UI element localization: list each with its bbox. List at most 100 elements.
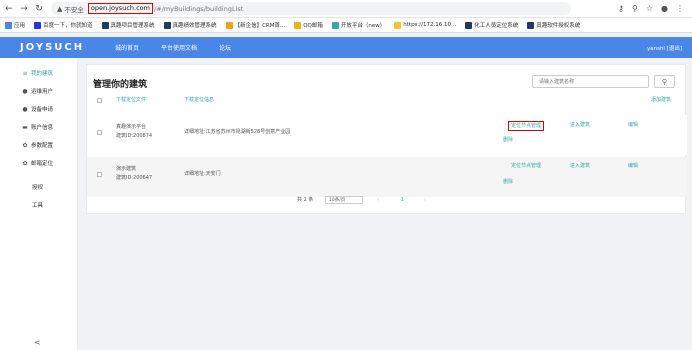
sidebar-item-icon: ≡: [22, 69, 28, 77]
account-icon[interactable]: ●: [661, 4, 668, 13]
bookmark-item[interactable]: 真趣绩效管理系统: [163, 21, 217, 29]
zoom-icon[interactable]: ⚲: [632, 4, 638, 13]
bookmark-item[interactable]: 真趣项目管理系统: [101, 21, 155, 29]
download-info-link[interactable]: 下载定位信息: [184, 97, 214, 104]
pagination: 共 2 条 10条/页 ‹ 1 ›: [87, 196, 687, 208]
nav-forum[interactable]: 论坛: [219, 43, 231, 52]
edit-link[interactable]: 编辑: [628, 122, 638, 129]
bookmark-item[interactable]: 应用: [5, 21, 25, 29]
browser-address-bar: ← → ↻ ▲ 不安全 open.joysuch.com /#/myBuildi…: [0, 0, 692, 18]
bookmark-item[interactable]: 化工人员定位系统: [465, 21, 518, 29]
sidebar-item-tools[interactable]: 工具: [0, 196, 77, 214]
reload-icon[interactable]: ↻: [33, 3, 45, 15]
page-size-select[interactable]: 10条/页: [325, 196, 363, 204]
delete-link[interactable]: 删除: [503, 179, 513, 186]
building-panel: 管理你的建筑 ⚲ 下载定位文件 下载定位信息 添加建筑 真趣演示平台 建筑ID:…: [86, 64, 687, 214]
forward-icon[interactable]: →: [18, 3, 30, 15]
delete-link[interactable]: 删除: [503, 137, 513, 144]
enter-building-link[interactable]: 进入建筑: [570, 163, 590, 170]
prev-page-icon[interactable]: ‹: [377, 197, 379, 204]
bookmark-label: https://172.16.10...: [403, 22, 457, 28]
menu-icon[interactable]: ⋮: [676, 4, 684, 13]
row-checkbox[interactable]: [97, 130, 102, 135]
locate-node-link[interactable]: 定位节点管理: [511, 163, 541, 170]
building-address: 详细地址:江苏省苏州市昆湖街528号创意产业园: [184, 129, 291, 135]
search-button[interactable]: ⚲: [654, 75, 675, 88]
sidebar-item-authorize[interactable]: 授权: [0, 178, 77, 196]
collapse-sidebar-icon[interactable]: <: [34, 338, 41, 347]
locate-node-link[interactable]: 定位节点管理: [508, 121, 545, 131]
top-nav: 城的首页 平台使用文档 论坛: [115, 43, 231, 52]
bookmark-icon: [465, 21, 473, 29]
next-page-icon[interactable]: ›: [424, 197, 426, 204]
key-icon[interactable]: ⚷: [618, 4, 624, 13]
page-number[interactable]: 1: [401, 197, 404, 204]
nav-home[interactable]: 城的首页: [115, 43, 139, 52]
star-icon[interactable]: ☆: [646, 4, 653, 13]
bookmark-label: 真趣项目管理系统: [110, 23, 155, 29]
sidebar-item-icon: ▬: [22, 123, 28, 131]
page-title: 管理你的建筑: [93, 80, 148, 90]
sidebar-item-device-apply[interactable]: ● 设备申请: [0, 100, 77, 118]
bookmark-item[interactable]: QQ邮箱: [294, 21, 323, 29]
back-icon[interactable]: ←: [3, 3, 15, 15]
search-icon: ⚲: [661, 77, 668, 86]
row-checkbox[interactable]: [97, 172, 102, 177]
building-address: 详细地址:天安门: [184, 171, 221, 177]
bookmark-label: 【新企信】CRM首...: [234, 23, 286, 29]
bookmark-label: 开放平台（new）: [340, 23, 386, 29]
table-row: 真趣演示平台 建筑ID:200874 详细地址:江苏省苏州市昆湖街528号创意产…: [87, 115, 687, 155]
nav-docs[interactable]: 平台使用文档: [161, 43, 197, 52]
app-header: JOYSUCH 城的首页 平台使用文档 论坛 yanshi [退出]: [0, 37, 692, 58]
bookmark-label: 百度一下，你就知道: [43, 23, 93, 29]
url-path: /#/myBuildings/buildingList: [153, 4, 244, 13]
bookmark-label: QQ邮箱: [303, 23, 323, 29]
bookmark-item[interactable]: 百度一下，你就知道: [34, 21, 93, 29]
sidebar-item-label: 我的建筑: [31, 71, 54, 77]
sidebar: ≡ 我的建筑 ● 运维用户 ● 设备申请 ▬ 账户信息 ✿ 参数配置 ✿ 邮箱定位 授权 工具 <: [0, 58, 78, 350]
warning-icon: ▲: [57, 4, 63, 13]
bookmarks-bar: 应用 百度一下，你就知道 真趣项目管理系统 真趣绩效管理系统 【新企信】CRM首... Q…: [0, 18, 692, 33]
table-header: 下载定位文件 下载定位信息 添加建筑: [87, 96, 687, 108]
sidebar-item-my-buildings[interactable]: ≡ 我的建筑: [0, 64, 77, 82]
bookmark-item[interactable]: https://172.16.10...: [394, 21, 457, 29]
add-building-link[interactable]: 添加建筑: [651, 97, 671, 104]
bookmark-item[interactable]: 开放平台（new）: [331, 21, 386, 29]
user-logout[interactable]: yanshi [退出]: [647, 44, 682, 52]
sidebar-item-label: 账户信息: [31, 125, 54, 131]
sidebar-item-param-config[interactable]: ✿ 参数配置: [0, 136, 77, 154]
bookmark-item[interactable]: 真趣软件授权系统: [527, 21, 580, 29]
bookmark-icon: [101, 21, 109, 29]
bookmark-label: 真趣软件授权系统: [536, 23, 581, 29]
sidebar-item-icon: ✿: [22, 141, 28, 149]
building-name: 真趣演示平台: [116, 124, 147, 130]
url-host: open.joysuch.com: [87, 3, 153, 14]
bookmark-icon: [163, 21, 171, 29]
total-count: 共 2 条: [297, 197, 314, 203]
building-id: 建筑ID:200874: [116, 133, 153, 139]
enter-building-link[interactable]: 进入建筑: [570, 122, 590, 129]
bookmark-icon: [527, 21, 535, 29]
bookmark-icon: [394, 21, 402, 29]
bookmark-icon: [331, 21, 339, 29]
sidebar-item-mailbox-locate[interactable]: ✿ 邮箱定位: [0, 154, 77, 172]
select-all-checkbox[interactable]: [97, 98, 102, 103]
sidebar-item-label: 运维用户: [31, 89, 54, 95]
sidebar-item-label: 参数配置: [31, 143, 54, 149]
sidebar-item-account-info[interactable]: ▬ 账户信息: [0, 118, 77, 136]
bookmark-icon: [294, 21, 302, 29]
logo: JOYSUCH: [20, 42, 85, 53]
url-input[interactable]: ▲ 不安全 open.joysuch.com /#/myBuildings/bu…: [51, 2, 571, 15]
sidebar-item-ops-users[interactable]: ● 运维用户: [0, 82, 77, 100]
sidebar-item-icon: ●: [22, 87, 28, 95]
download-file-link[interactable]: 下载定位文件: [116, 97, 146, 104]
bookmark-item[interactable]: 【新企信】CRM首...: [225, 21, 286, 29]
search-input[interactable]: [532, 75, 649, 88]
table-row: 演示建筑 建筑ID:200647 详细地址:天安门 定位节点管理 进入建筑 编辑…: [87, 157, 687, 197]
sidebar-item-icon: ●: [22, 105, 28, 113]
sidebar-item-icon: ✿: [22, 159, 28, 167]
sidebar-item-label: 邮箱定位: [31, 161, 54, 167]
building-id: 建筑ID:200647: [116, 175, 153, 181]
bookmark-icon: [225, 21, 233, 29]
edit-link[interactable]: 编辑: [628, 163, 638, 170]
